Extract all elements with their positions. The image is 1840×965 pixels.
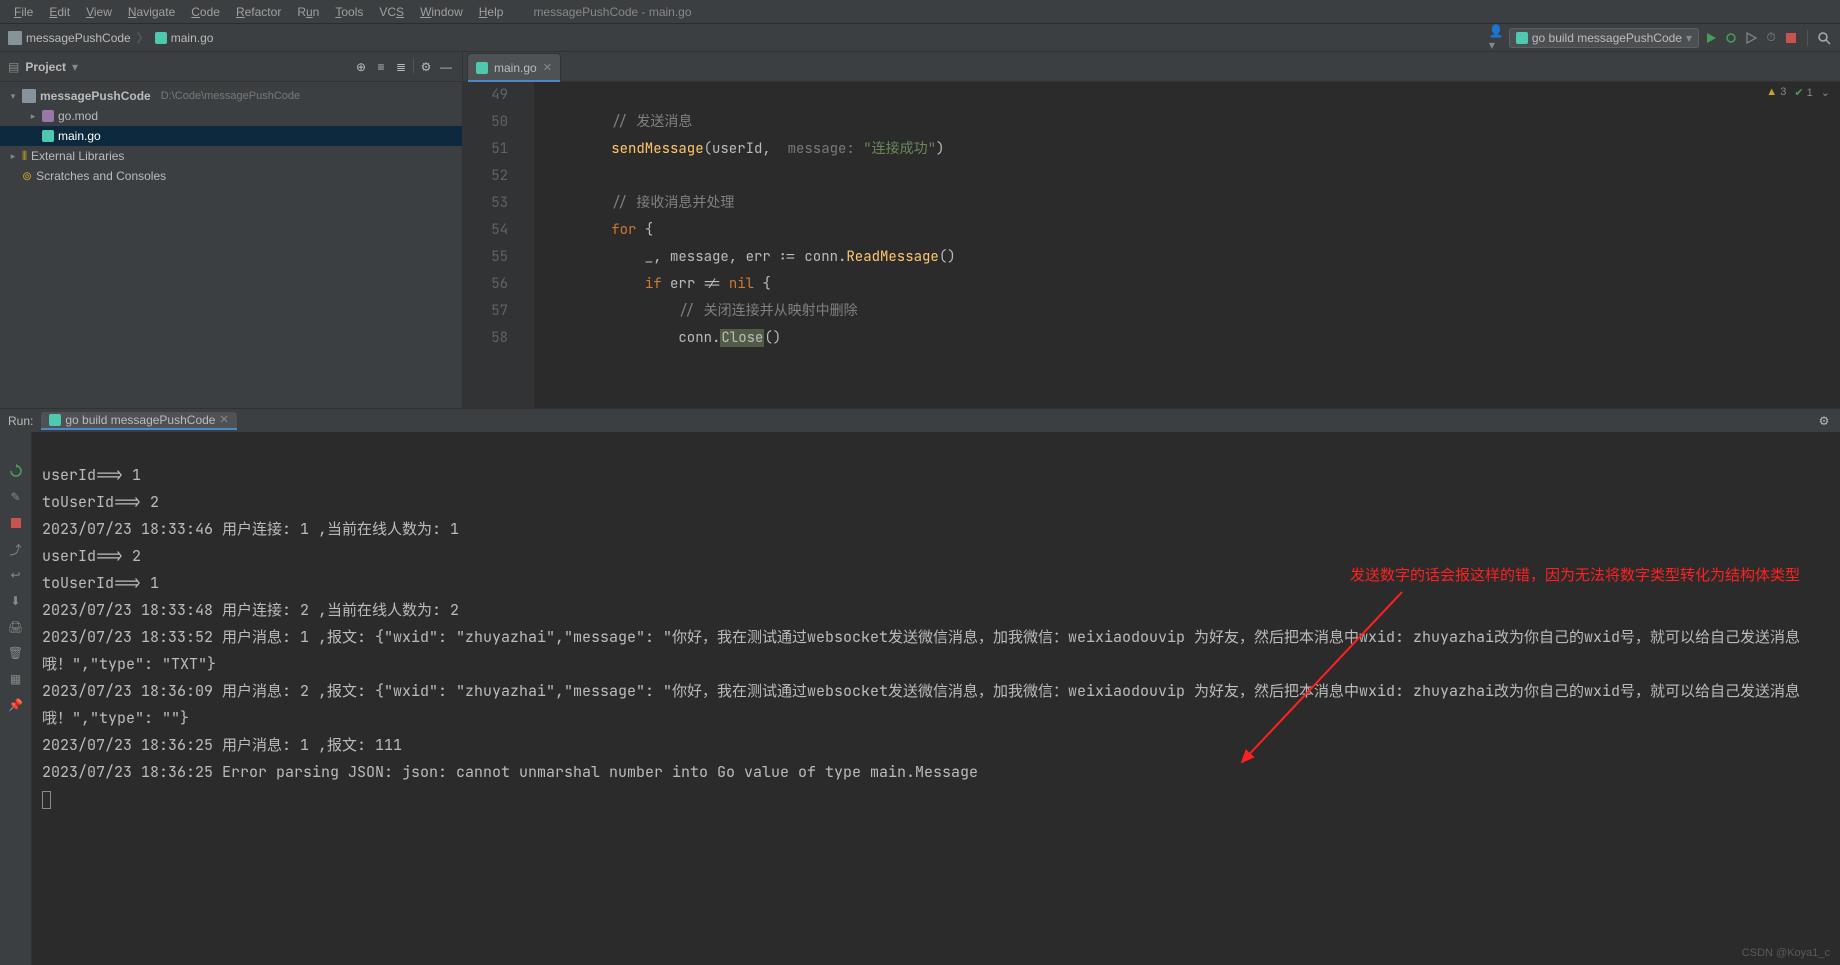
scroll-end-button[interactable]: ⬇ (7, 592, 25, 610)
soft-wrap-button[interactable]: ↩ (7, 566, 25, 584)
menu-window[interactable]: Window (414, 5, 469, 19)
check-badge[interactable]: ✔ 1 (1794, 86, 1812, 99)
folder-icon (22, 89, 36, 103)
run-tab[interactable]: go build messagePushCode ✕ (41, 412, 236, 430)
tree-scratches[interactable]: ⊚ Scratches and Consoles (0, 166, 462, 186)
menu-code[interactable]: Code (185, 5, 226, 19)
menu-vcs[interactable]: VCS (373, 5, 410, 19)
go-run-icon (49, 414, 61, 426)
warning-badge[interactable]: ▲ 3 (1766, 86, 1786, 99)
line-gutter: 49505152535455565758 (463, 82, 518, 408)
locate-icon[interactable]: ⊕ (353, 59, 369, 75)
chevron-down-icon[interactable]: ▾ (8, 91, 18, 102)
editor-area: main.go ✕ ▲ 3 ✔ 1 ⌄ 49505152535455565758… (463, 52, 1840, 430)
stop-button[interactable] (7, 514, 25, 532)
chevron-right-icon[interactable]: ▸ (8, 151, 18, 162)
tree-item-label: main.go (58, 129, 101, 143)
breadcrumb: messagePushCode 〉 main.go (8, 29, 213, 46)
modify-run-button[interactable]: ✎ (7, 488, 25, 506)
stop-button[interactable] (1783, 30, 1799, 46)
separator (1807, 30, 1808, 46)
print-button[interactable]: 🖨 (7, 618, 25, 636)
go-file-icon (155, 32, 167, 44)
gear-icon[interactable]: ⚙ (418, 59, 434, 75)
tree-root-name: messagePushCode (40, 89, 151, 103)
go-file-icon (42, 130, 54, 142)
chevron-down-icon: ▾ (1686, 31, 1692, 45)
tree-item-label: External Libraries (31, 149, 124, 163)
editor-tabs: main.go ✕ (463, 52, 1840, 82)
chevron-down-icon[interactable]: ▾ (72, 60, 78, 74)
close-icon[interactable]: ✕ (219, 413, 228, 426)
search-icon[interactable] (1816, 30, 1832, 46)
breadcrumb-separator: 〉 (137, 29, 149, 46)
close-icon[interactable]: ✕ (543, 61, 552, 74)
menu-file[interactable]: File (8, 5, 39, 19)
scratches-icon: ⊚ (22, 169, 32, 183)
tree-external-libraries[interactable]: ▸ ⫴ External Libraries (0, 146, 462, 166)
tree-item-maingo[interactable]: main.go (0, 126, 462, 146)
project-panel-title: Project (25, 60, 66, 74)
nav-bar: messagePushCode 〉 main.go 👤▾ go build me… (0, 24, 1840, 52)
watermark: CSDN @Koya1_c (1742, 947, 1830, 959)
go-run-icon (1516, 32, 1528, 44)
user-icon[interactable]: 👤▾ (1489, 30, 1505, 46)
run-tab-label: go build messagePushCode (65, 413, 215, 427)
menu-run[interactable]: Run (291, 5, 325, 19)
run-config-selector[interactable]: go build messagePushCode ▾ (1509, 28, 1699, 48)
debug-button[interactable] (1723, 30, 1739, 46)
hide-icon[interactable]: — (438, 59, 454, 75)
code-body[interactable]: // 发送消息 sendMessage(userId, message: "连接… (534, 82, 1840, 408)
window-title: messagePushCode - main.go (533, 5, 691, 19)
breadcrumb-project[interactable]: messagePushCode (26, 31, 131, 45)
coverage-button[interactable] (1743, 30, 1759, 46)
gear-icon[interactable]: ⚙ (1816, 413, 1832, 429)
rerun-button[interactable] (7, 462, 25, 480)
exit-button[interactable]: ⤴ (7, 540, 25, 558)
menu-navigate[interactable]: Navigate (122, 5, 181, 19)
menu-edit[interactable]: Edit (43, 5, 76, 19)
folder-icon (8, 31, 22, 45)
tree-item-gomod[interactable]: ▸ go.mod (0, 106, 462, 126)
profile-button[interactable]: ⏱ (1763, 30, 1779, 46)
run-button[interactable] (1703, 30, 1719, 46)
project-tree[interactable]: ▾ messagePushCode D:\Code\messagePushCod… (0, 82, 462, 430)
code-editor[interactable]: 49505152535455565758 // 发送消息 sendMessage… (463, 82, 1840, 408)
delete-button[interactable]: 🗑 (7, 644, 25, 662)
breadcrumb-file[interactable]: main.go (171, 31, 214, 45)
go-file-icon (42, 110, 54, 122)
project-panel: ▤ Project ▾ ⊕ ≡ ≣ ⚙ — ▾ messagePushCode … (0, 52, 463, 430)
editor-tab-label: main.go (494, 61, 537, 75)
menu-tools[interactable]: Tools (329, 5, 369, 19)
pin-button[interactable]: 📌 (7, 696, 25, 714)
tree-item-label: go.mod (58, 109, 98, 123)
project-tool-icon: ▤ (8, 60, 19, 74)
run-console[interactable]: userId==> 1toUserId==> 22023/07/23 18:33… (32, 432, 1840, 965)
editor-tab-maingo[interactable]: main.go ✕ (467, 53, 561, 81)
collapse-all-icon[interactable]: ≣ (393, 59, 409, 75)
menu-view[interactable]: View (80, 5, 118, 19)
chevron-right-icon[interactable]: ▸ (28, 111, 38, 122)
run-tool-window: Run: go build messagePushCode ✕ ⚙ ✎ ⤴ ↩ … (0, 430, 1840, 965)
annotation-text: 发送数字的话会报这样的错，因为无法将数字类型转化为结构体类型 (1350, 562, 1800, 589)
menu-bar: File Edit View Navigate Code Refactor Ru… (0, 0, 1840, 24)
run-config-label: go build messagePushCode (1532, 31, 1682, 45)
separator (413, 59, 414, 73)
tree-item-label: Scratches and Consoles (36, 169, 166, 183)
menu-help[interactable]: Help (473, 5, 510, 19)
layout-button[interactable]: ▦ (7, 670, 25, 688)
tree-root-path: D:\Code\messagePushCode (161, 90, 300, 102)
tree-root[interactable]: ▾ messagePushCode D:\Code\messagePushCod… (0, 86, 462, 106)
run-label: Run: (8, 414, 33, 428)
chevron-down-icon[interactable]: ⌄ (1821, 86, 1830, 99)
go-file-icon (476, 62, 488, 74)
fold-gutter (518, 82, 534, 408)
run-toolbar: ✎ ⤴ ↩ ⬇ 🖨 🗑 ▦ 📌 (0, 432, 32, 965)
expand-all-icon[interactable]: ≡ (373, 59, 389, 75)
libraries-icon: ⫴ (22, 149, 27, 164)
menu-refactor[interactable]: Refactor (230, 5, 287, 19)
